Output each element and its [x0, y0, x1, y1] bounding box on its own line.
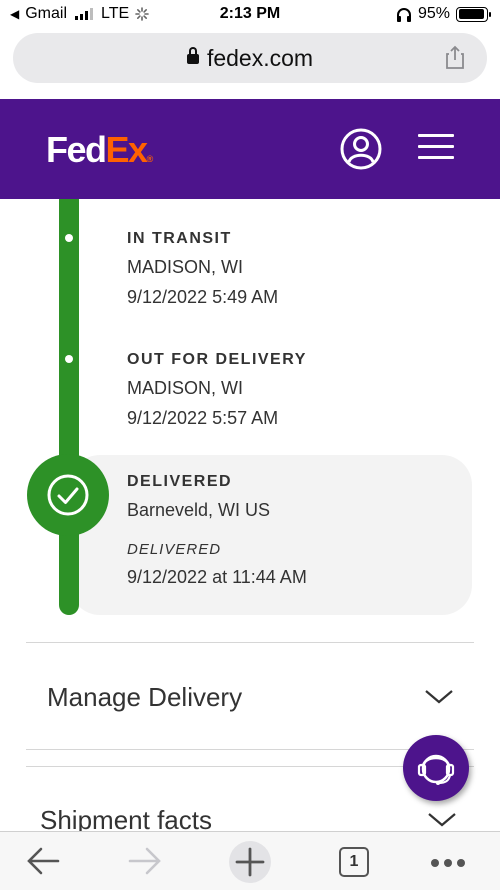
timeline-event: IN TRANSIT MADISON, WI 9/12/2022 5:49 AM — [127, 230, 278, 308]
status-bar-right: 95% — [396, 5, 491, 23]
address-bar[interactable]: fedex.com — [13, 33, 487, 83]
back-icon[interactable] — [26, 846, 60, 876]
url-text: fedex.com — [206, 45, 314, 71]
menu-icon[interactable] — [418, 132, 454, 162]
timeline-event-delivered: DELIVERED Barneveld, WI US DELIVERED 9/1… — [127, 473, 307, 588]
status-bar: ◀ Gmail LTE 2:13 PM 95% — [0, 0, 500, 28]
timeline-event: OUT FOR DELIVERY MADISON, WI 9/12/2022 5… — [127, 351, 307, 429]
fedex-logo[interactable]: FedEx® — [46, 129, 153, 171]
new-tab-icon[interactable] — [226, 840, 274, 884]
share-icon[interactable] — [445, 45, 465, 69]
manage-delivery-toggle[interactable]: Manage Delivery — [47, 682, 242, 713]
chevron-down-icon[interactable] — [424, 689, 454, 705]
chat-support-button[interactable] — [403, 735, 469, 801]
forward-icon[interactable] — [128, 846, 162, 876]
lock-icon — [186, 47, 199, 64]
browser-toolbar: 1 — [0, 831, 500, 890]
timeline-dot — [65, 234, 73, 242]
url-display[interactable]: fedex.com — [13, 45, 487, 72]
more-icon[interactable] — [430, 858, 466, 868]
event-datetime: 9/12/2022 5:57 AM — [127, 408, 279, 428]
timeline-dot — [65, 355, 73, 363]
event-sub-status: DELIVERED — [127, 541, 222, 558]
chevron-down-icon[interactable] — [427, 812, 457, 828]
delivered-check-icon — [27, 454, 109, 536]
headset-icon — [417, 754, 455, 785]
user-icon[interactable] — [340, 128, 382, 170]
headphones-icon — [396, 7, 411, 22]
battery-percent: 95% — [417, 5, 450, 22]
battery-icon — [456, 6, 491, 22]
event-status: DELIVERED — [127, 473, 233, 490]
event-datetime: 9/12/2022 5:49 AM — [127, 287, 279, 307]
event-location: Barneveld, WI US — [127, 500, 271, 520]
event-location: MADISON, WI — [127, 378, 243, 398]
timeline-track — [59, 199, 79, 615]
event-location: MADISON, WI — [127, 257, 243, 277]
divider — [26, 642, 474, 643]
tabs-button[interactable]: 1 — [339, 847, 369, 877]
event-status: IN TRANSIT — [127, 230, 232, 247]
event-status: OUT FOR DELIVERY — [127, 351, 307, 368]
event-datetime: 9/12/2022 at 11:44 AM — [127, 567, 307, 587]
